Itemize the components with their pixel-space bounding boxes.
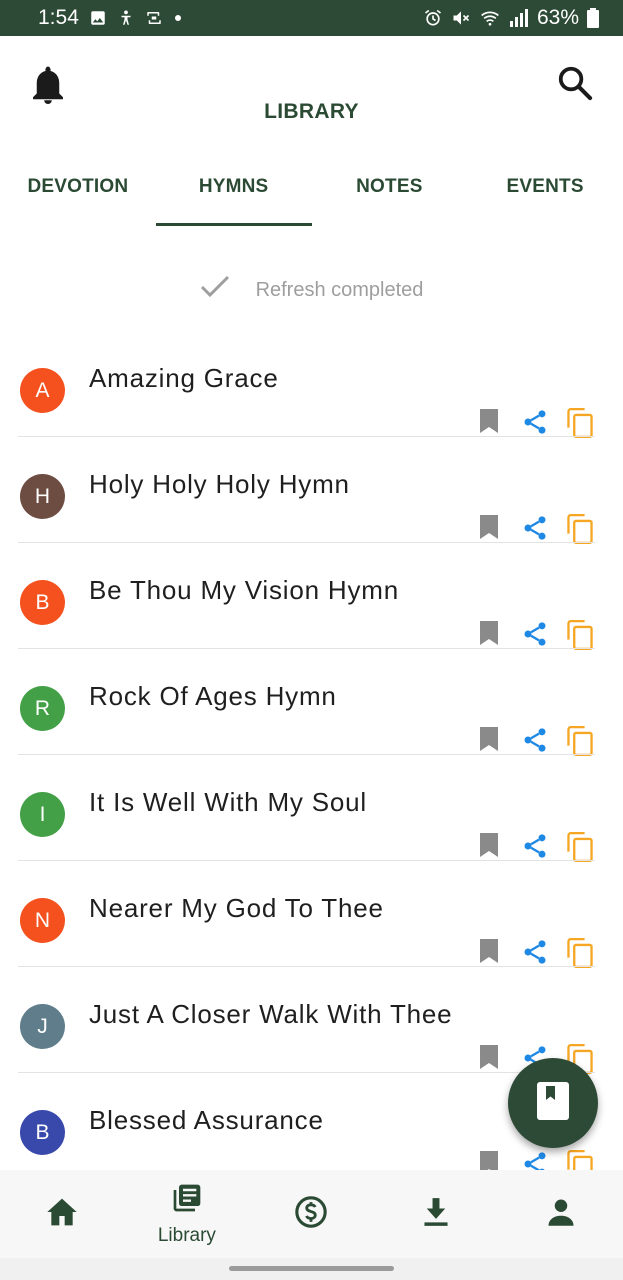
refresh-text: Refresh completed	[255, 278, 424, 301]
list-item[interactable]: R Rock Of Ages Hymn	[0, 648, 623, 756]
avatar: A	[20, 368, 65, 413]
refresh-status: Refresh completed	[0, 270, 623, 310]
nav-home[interactable]	[0, 1170, 125, 1258]
status-time: 1:54	[38, 6, 79, 29]
status-left: 1:54	[38, 6, 183, 30]
check-icon	[200, 275, 230, 305]
avatar: N	[20, 898, 65, 943]
wifi-icon	[479, 8, 501, 28]
hymn-title[interactable]: Amazing Grace	[89, 363, 279, 394]
avatar: B	[20, 1110, 65, 1155]
nav-donate[interactable]	[249, 1170, 374, 1258]
share-icon[interactable]	[521, 620, 549, 648]
tab-events[interactable]: EVENTS	[467, 160, 623, 226]
share-icon[interactable]	[521, 726, 549, 754]
download-icon	[422, 1197, 450, 1232]
copy-icon[interactable]	[566, 514, 594, 544]
bookmark-icon[interactable]	[478, 1150, 500, 1170]
dollar-icon	[294, 1195, 328, 1234]
tab-hymns[interactable]: HYMNS	[155, 160, 312, 226]
dot-icon	[173, 13, 183, 23]
hymn-title[interactable]: Just A Closer Walk With Thee	[89, 999, 452, 1030]
avatar: B	[20, 580, 65, 625]
bookmark-icon[interactable]	[478, 832, 500, 858]
tab-devotion[interactable]: DEVOTION	[0, 160, 156, 226]
avatar: J	[20, 1004, 65, 1049]
alarm-icon	[423, 8, 443, 28]
nav-profile[interactable]	[498, 1170, 623, 1258]
list-item[interactable]: H Holy Holy Holy Hymn	[0, 436, 623, 544]
profile-icon	[546, 1197, 576, 1232]
app-header: LIBRARY	[0, 36, 623, 150]
bookmark-icon[interactable]	[478, 1044, 500, 1070]
share-icon[interactable]	[521, 938, 549, 966]
hymn-title[interactable]: Blessed Assurance	[89, 1105, 324, 1136]
copy-icon[interactable]	[566, 1150, 594, 1170]
battery-percent: 63%	[536, 6, 579, 29]
copy-icon[interactable]	[566, 938, 594, 968]
row-actions	[476, 832, 596, 862]
bookmark-icon[interactable]	[478, 514, 500, 540]
share-icon[interactable]	[521, 514, 549, 542]
hymn-list: A Amazing Grace H Holy Holy Holy Hymn B …	[0, 330, 623, 1170]
battery-icon	[587, 8, 599, 28]
bookmark-icon[interactable]	[478, 620, 500, 646]
mute-icon	[451, 8, 471, 28]
copy-icon[interactable]	[566, 726, 594, 756]
row-actions	[476, 620, 596, 650]
gesture-handle[interactable]	[229, 1266, 394, 1271]
signal-icon	[509, 9, 529, 27]
image-icon	[89, 9, 107, 27]
fab-book-button[interactable]	[508, 1058, 598, 1148]
list-item[interactable]: J Just A Closer Walk With Thee	[0, 966, 623, 1074]
hymn-title[interactable]: Nearer My God To Thee	[89, 893, 384, 924]
avatar: I	[20, 792, 65, 837]
row-actions	[476, 726, 596, 756]
search-icon[interactable]	[556, 64, 594, 102]
hymn-title[interactable]: Holy Holy Holy Hymn	[89, 469, 350, 500]
copy-icon[interactable]	[566, 620, 594, 650]
copy-icon[interactable]	[566, 832, 594, 862]
bottom-navigation: Library	[0, 1170, 623, 1258]
row-actions	[476, 408, 596, 438]
status-right: 63%	[423, 6, 599, 30]
copy-icon[interactable]	[566, 408, 594, 438]
list-item[interactable]: A Amazing Grace	[0, 330, 623, 438]
nav-downloads[interactable]	[374, 1170, 499, 1258]
row-actions	[476, 1150, 596, 1170]
list-item[interactable]: B Be Thou My Vision Hymn	[0, 542, 623, 650]
bookmark-icon[interactable]	[478, 408, 500, 434]
bookmark-icon[interactable]	[478, 726, 500, 752]
accessibility-icon	[117, 9, 135, 27]
bookmark-icon[interactable]	[478, 938, 500, 964]
nav-library-label: Library	[157, 1224, 216, 1246]
hymn-title[interactable]: Rock Of Ages Hymn	[89, 681, 337, 712]
tab-bar: DEVOTION HYMNS NOTES EVENTS	[0, 160, 623, 226]
list-item[interactable]: N Nearer My God To Thee	[0, 860, 623, 968]
list-item[interactable]: I It Is Well With My Soul	[0, 754, 623, 862]
home-icon	[46, 1197, 78, 1232]
status-bar: 1:54 63%	[0, 0, 623, 36]
library-icon	[170, 1182, 204, 1219]
hymn-title[interactable]: Be Thou My Vision Hymn	[89, 575, 399, 606]
share-icon[interactable]	[521, 832, 549, 860]
nav-library[interactable]: Library	[125, 1170, 250, 1258]
cast-icon	[145, 9, 163, 27]
tab-notes[interactable]: NOTES	[312, 160, 468, 226]
book-icon	[536, 1081, 570, 1126]
share-icon[interactable]	[521, 408, 549, 436]
row-actions	[476, 514, 596, 544]
hymn-title[interactable]: It Is Well With My Soul	[89, 787, 367, 818]
page-title: LIBRARY	[264, 100, 359, 123]
row-actions	[476, 938, 596, 968]
avatar: H	[20, 474, 65, 519]
avatar: R	[20, 686, 65, 731]
share-icon[interactable]	[521, 1150, 549, 1170]
